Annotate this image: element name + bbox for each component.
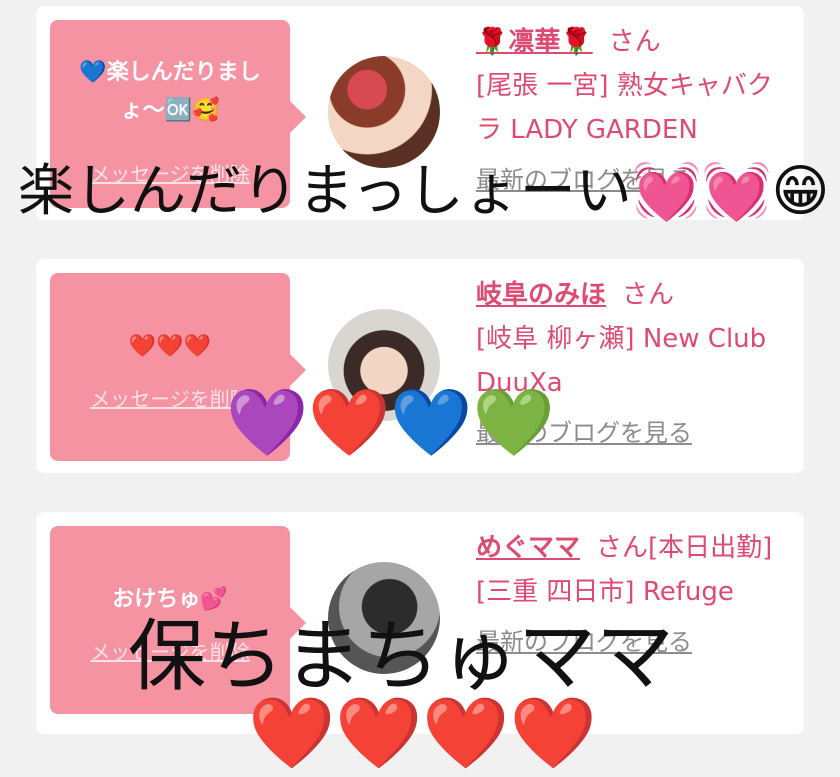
overlay-caption: 楽しんだりまっしょーい💓💓😁 [18, 159, 830, 224]
overlay-hearts: 💜❤️💙💚 [226, 384, 555, 461]
shop-label: [尾張 一宮] 熟女キャバクラ LADY GARDEN [476, 71, 773, 145]
overlay-caption: 保ちまちゅママ [128, 612, 675, 702]
sender-name-link[interactable]: 🌹凛華🌹 [476, 27, 593, 57]
sender-suffix: さん [622, 280, 675, 310]
sender-name-link[interactable]: めぐママ [476, 533, 580, 563]
sender-suffix: さん[本日出勤] [596, 533, 773, 563]
message-text: 💙楽しんだりましょ〜🆗🥰 [79, 60, 261, 123]
sender-name-link[interactable]: 岐阜のみほ [476, 280, 606, 310]
overlay-hearts: ❤️❤️❤️❤️ [248, 692, 597, 774]
message-text: ❤️❤️❤️ [128, 334, 212, 359]
sender-suffix: さん [608, 27, 661, 57]
